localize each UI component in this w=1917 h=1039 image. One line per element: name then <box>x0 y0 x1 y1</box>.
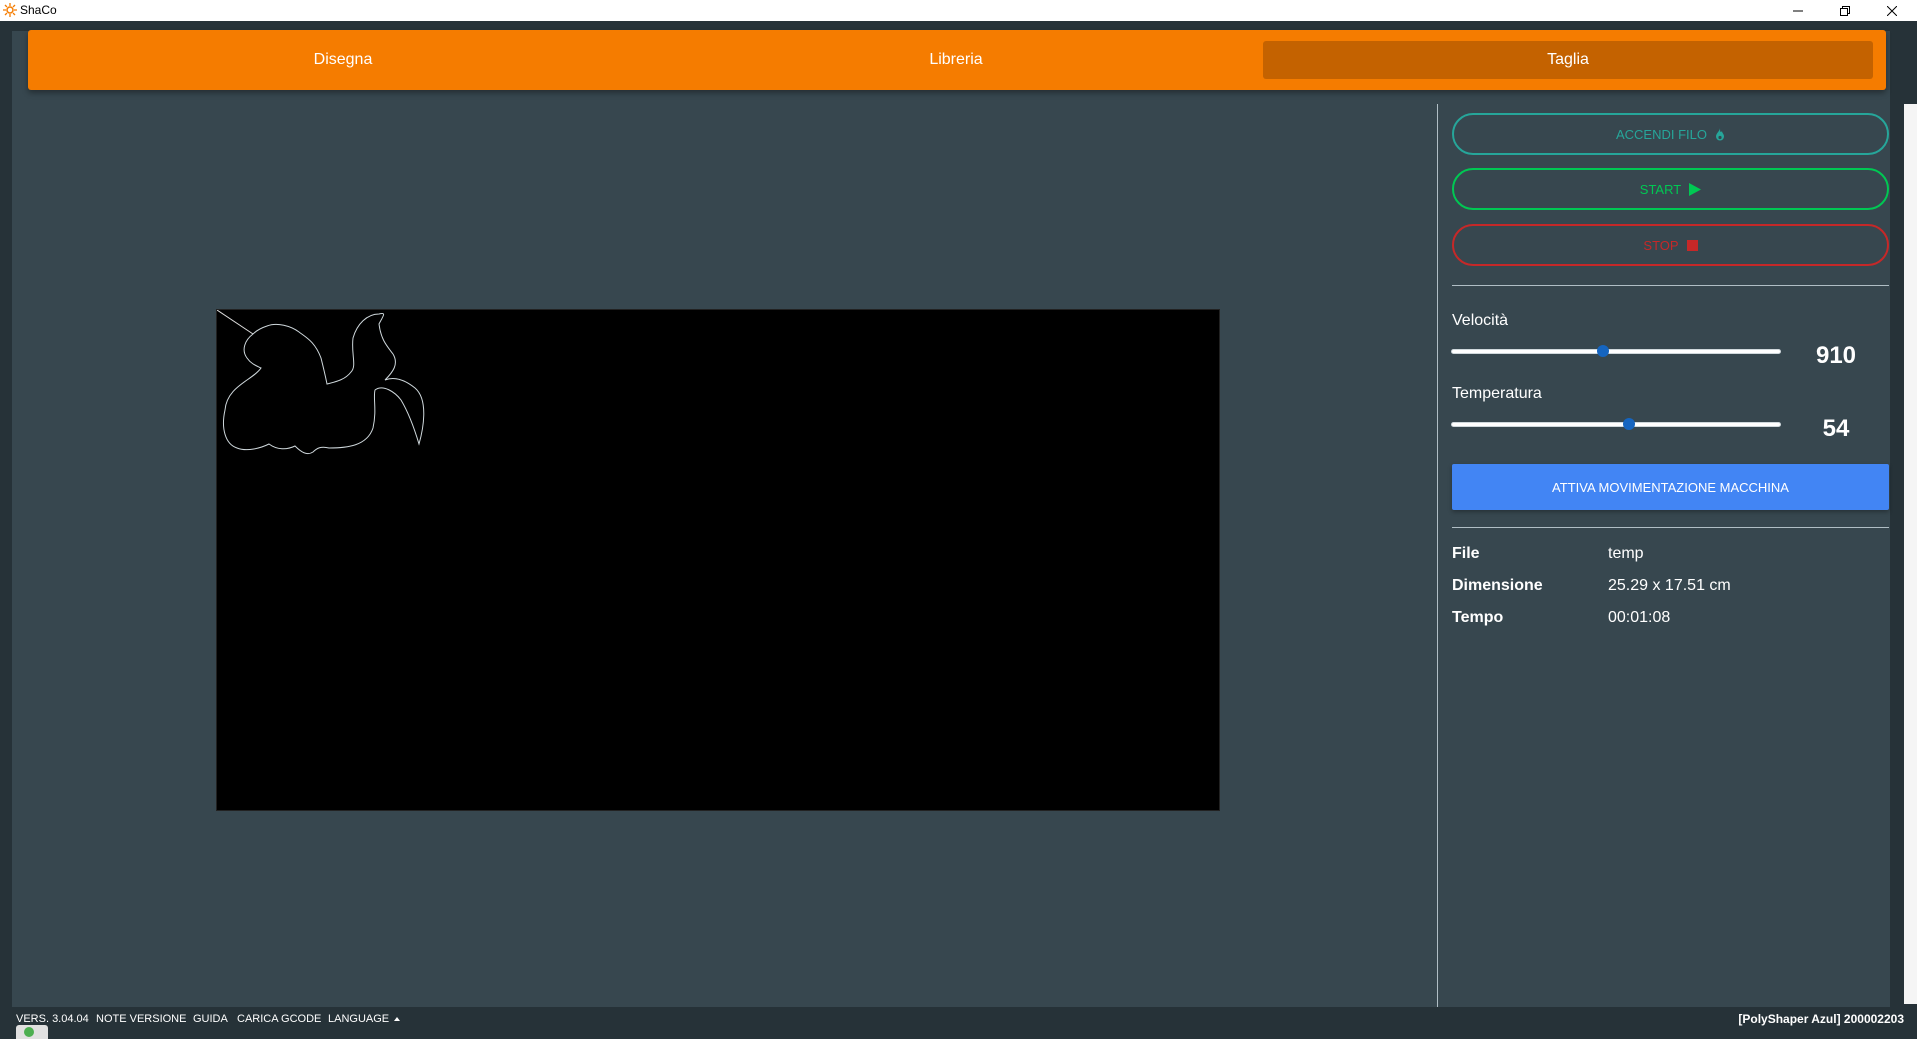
version-link[interactable]: VERS. 3.04.04 <box>16 1013 89 1025</box>
device-id: [PolyShaper Azul] 200002203 <box>1738 1012 1904 1026</box>
start-label: START <box>1639 181 1682 197</box>
caret-up-icon <box>394 1017 401 1022</box>
frame-left <box>0 21 12 1039</box>
restore-button[interactable] <box>1822 0 1868 21</box>
restore-icon <box>1840 5 1850 16</box>
tab-taglia[interactable]: Taglia <box>1263 41 1873 79</box>
temperatura-label: Temperatura <box>1452 385 1542 402</box>
cut-path-drawing <box>217 310 425 455</box>
divider-line <box>1452 285 1889 286</box>
stop-label: STOP <box>1643 237 1679 253</box>
dimensione-key: Dimensione <box>1452 577 1543 594</box>
flame-icon <box>1716 127 1724 140</box>
main-navbar: Disegna Libreria Taglia <box>28 30 1886 90</box>
language-menu[interactable]: LANGUAGE <box>328 1013 401 1025</box>
velocita-value: 910 <box>1815 342 1857 369</box>
velocita-slider[interactable] <box>1452 345 1780 357</box>
file-key: File <box>1452 545 1480 562</box>
slider-thumb[interactable] <box>1623 418 1636 430</box>
load-gcode-link[interactable]: CARICA GCODE <box>237 1013 321 1025</box>
dimensione-value: 25.29 x 17.51 cm <box>1608 577 1731 594</box>
connection-status-dot <box>24 1027 34 1037</box>
accendi-filo-button[interactable]: ACCENDI FILO <box>1452 113 1889 155</box>
stop-button[interactable]: STOP <box>1452 224 1889 266</box>
cut-preview-canvas[interactable] <box>216 309 1220 811</box>
slider-track <box>1452 350 1780 353</box>
temperatura-value: 54 <box>1822 415 1850 442</box>
slider-track <box>1452 423 1780 426</box>
temperatura-slider[interactable] <box>1452 418 1780 430</box>
velocita-label: Velocità <box>1452 312 1509 329</box>
tempo-key: Tempo <box>1452 609 1504 626</box>
tab-disegna[interactable]: Disegna <box>38 41 648 79</box>
tempo-value: 00:01:08 <box>1608 609 1671 626</box>
scrollbar[interactable] <box>1904 104 1917 1004</box>
stop-square-icon <box>1686 239 1698 251</box>
language-label: LANGUAGE <box>328 1013 390 1025</box>
file-value: temp <box>1608 545 1644 562</box>
slider-thumb[interactable] <box>1596 345 1609 357</box>
play-icon <box>1689 182 1702 196</box>
minimize-icon <box>1793 10 1803 11</box>
accendi-filo-label: ACCENDI FILO <box>1615 126 1707 142</box>
start-button[interactable]: START <box>1452 168 1889 210</box>
minimize-button[interactable] <box>1775 0 1821 21</box>
tab-libreria[interactable]: Libreria <box>651 41 1261 79</box>
close-button[interactable] <box>1869 0 1915 21</box>
guide-link[interactable]: GUIDA <box>193 1013 228 1025</box>
release-notes-link[interactable]: NOTE VERSIONE <box>96 1013 186 1025</box>
close-icon <box>1887 5 1897 16</box>
app-logo-icon <box>3 3 17 17</box>
window-titlebar: ShaCo <box>0 0 1917 21</box>
panel-divider <box>1437 104 1438 1007</box>
divider-line <box>1452 527 1889 528</box>
attiva-movimentazione-button[interactable]: ATTIVA MOVIMENTAZIONE MACCHINA <box>1452 464 1889 510</box>
window-title: ShaCo <box>20 3 57 17</box>
